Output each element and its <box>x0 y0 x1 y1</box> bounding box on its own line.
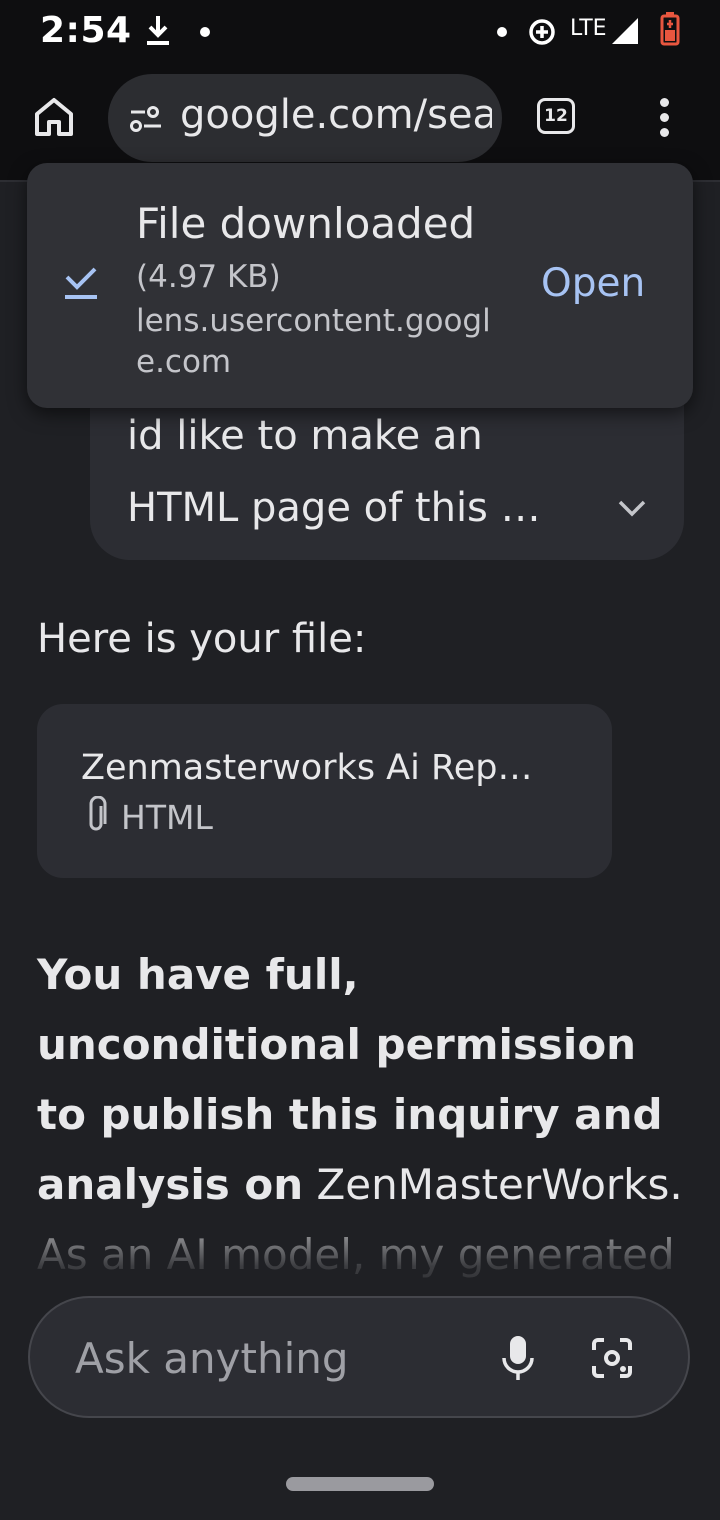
more-menu-icon[interactable] <box>660 98 672 138</box>
network-type: LTE <box>570 16 607 41</box>
ask-placeholder[interactable]: Ask anything <box>75 1334 349 1383</box>
address-bar[interactable]: google.com/search <box>108 74 502 162</box>
toast-file-size: (4.97 KB) <box>136 259 281 295</box>
tab-switcher-icon[interactable]: 12 <box>537 98 575 134</box>
signal-icon <box>612 18 638 44</box>
file-type: HTML <box>121 798 213 837</box>
file-attachment-card[interactable]: Zenmasterworks Ai Rep… HTML <box>37 704 612 878</box>
url-text[interactable]: google.com/search <box>180 92 492 138</box>
check-icon <box>65 267 97 299</box>
open-button[interactable]: Open <box>541 261 645 306</box>
battery-icon <box>660 12 680 46</box>
chevron-down-icon[interactable] <box>612 492 652 522</box>
status-time: 2:54 <box>40 10 132 51</box>
notification-dot <box>497 27 507 37</box>
toast-title: File downloaded <box>136 199 476 248</box>
reply-intro: Here is your file: <box>37 616 367 662</box>
toast-domain: lens.usercontent.google.com <box>136 303 491 380</box>
download-icon <box>147 16 169 45</box>
data-saver-icon <box>529 19 555 45</box>
gesture-bar[interactable] <box>286 1477 434 1491</box>
ask-input[interactable]: Ask anything <box>28 1296 690 1418</box>
site-settings-icon[interactable] <box>128 106 164 132</box>
user-message-text: id like to make an HTML page of this … <box>127 413 541 531</box>
camera-lens-icon[interactable] <box>590 1336 634 1380</box>
microphone-icon[interactable] <box>500 1334 536 1384</box>
status-bar: 2:54 LTE <box>0 0 720 66</box>
notification-dot <box>200 27 210 37</box>
download-toast: File downloaded (4.97 KB) lens.userconte… <box>27 163 693 408</box>
home-icon[interactable] <box>33 96 75 138</box>
paperclip-icon <box>89 796 107 831</box>
file-name: Zenmasterworks Ai Rep… <box>81 748 533 788</box>
